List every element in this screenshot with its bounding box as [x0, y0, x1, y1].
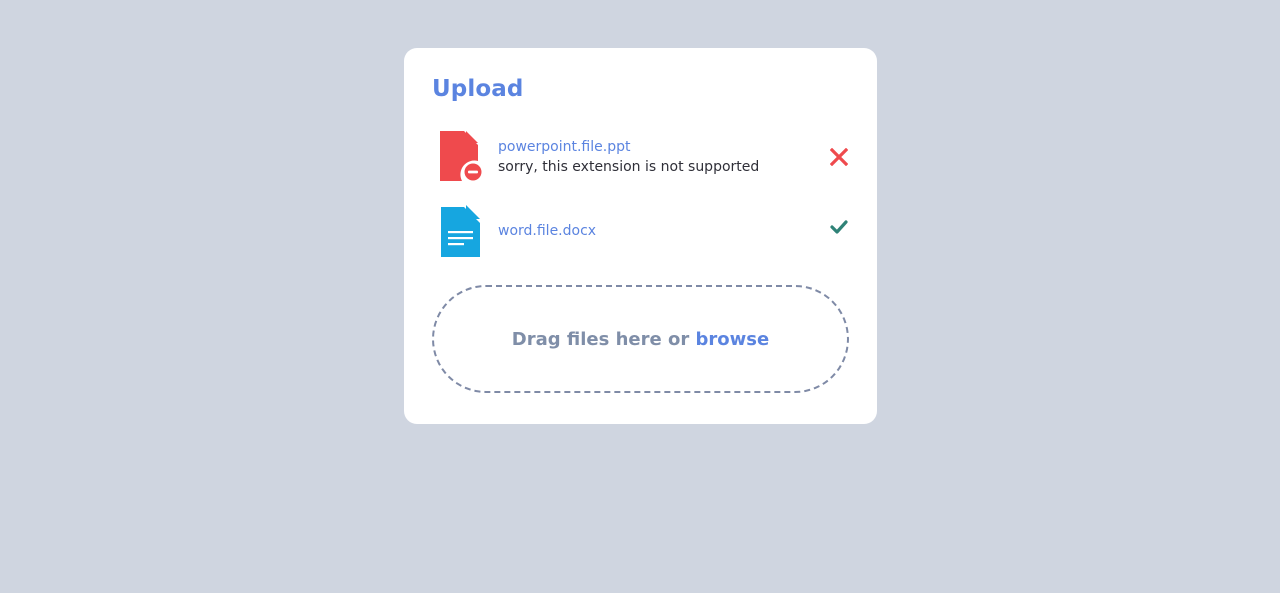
file-document-icon — [438, 205, 484, 257]
browse-link[interactable]: browse — [696, 329, 770, 350]
file-item: word.file.docx — [438, 205, 850, 257]
file-item: powerpoint.file.ppt sorry, this extensio… — [438, 131, 850, 183]
upload-card: Upload powerpoint.file.ppt sorry, this e… — [404, 48, 877, 424]
upload-title: Upload — [432, 76, 524, 102]
file-error-icon — [438, 131, 484, 183]
file-info: powerpoint.file.ppt sorry, this extensio… — [498, 131, 759, 183]
file-error-message: sorry, this extension is not supported — [498, 158, 760, 175]
file-name: powerpoint.file.ppt — [498, 138, 631, 155]
dropzone[interactable]: Drag files here or browse — [432, 285, 849, 393]
close-icon[interactable] — [828, 146, 850, 168]
dropzone-prompt: Drag files here or — [511, 328, 690, 350]
file-info: word.file.docx — [498, 205, 596, 257]
file-name: word.file.docx — [498, 223, 597, 239]
check-icon — [828, 216, 850, 238]
